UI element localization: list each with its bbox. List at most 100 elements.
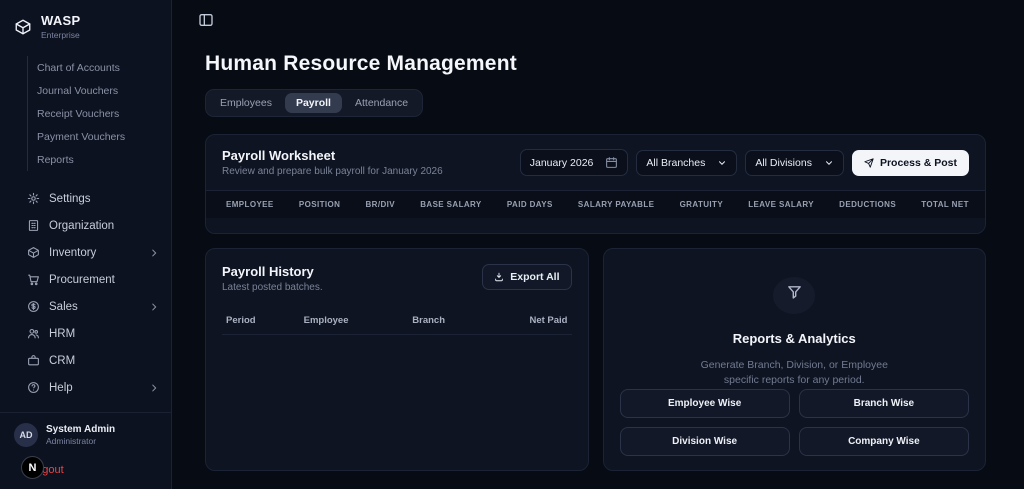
history-empty-body	[222, 335, 572, 455]
division-wise-button[interactable]: Division Wise	[620, 427, 790, 456]
page-title: Human Resource Management	[205, 52, 986, 76]
sidebar-item-label: Inventory	[49, 247, 96, 259]
brand-name: WASP	[41, 13, 80, 28]
payroll-history-card: Payroll History Latest posted batches. E…	[205, 248, 589, 471]
branch-wise-button[interactable]: Branch Wise	[799, 389, 969, 418]
column-header: SALARY PAYABLE	[578, 200, 654, 209]
worksheet-title: Payroll Worksheet	[222, 148, 443, 163]
worksheet-subtitle: Review and prepare bulk payroll for Janu…	[222, 166, 443, 177]
sidebar-item-help[interactable]: Help	[0, 374, 171, 401]
reports-title: Reports & Analytics	[733, 331, 856, 346]
process-post-button[interactable]: Process & Post	[852, 150, 969, 176]
column-header: LEAVE SALARY	[748, 200, 814, 209]
sidebar-item-label: HRM	[49, 328, 75, 340]
funnel-icon	[786, 284, 803, 306]
chevron-right-icon	[149, 383, 159, 393]
month-picker-value: January 2026	[530, 157, 594, 169]
branch-select[interactable]: All Branches	[636, 150, 737, 176]
column-header: POSITION	[299, 200, 340, 209]
history-table-header: Period Employee Branch Net Paid	[222, 315, 572, 335]
brand: WASP Enterprise	[0, 13, 171, 40]
column-header: PAID DAYS	[507, 200, 553, 209]
column-header: GRATUITY	[680, 200, 724, 209]
box-icon	[27, 246, 40, 259]
column-header: BASE SALARY	[420, 200, 481, 209]
sidebar-item-crm[interactable]: CRM	[0, 347, 171, 374]
column-header: Branch	[412, 315, 505, 326]
process-post-label: Process & Post	[880, 157, 957, 169]
worksheet-table-header: EMPLOYEE POSITION BR/DIV BASE SALARY PAI…	[206, 190, 985, 218]
help-icon	[27, 381, 40, 394]
tab-attendance[interactable]: Attendance	[344, 93, 419, 113]
logout-row: N Logout	[0, 453, 171, 479]
sidebar-item-label: Sales	[49, 301, 78, 313]
worksheet-controls: January 2026 All Branches All Divisions …	[520, 149, 969, 176]
funnel-icon-circle	[773, 277, 815, 314]
sidebar-item-label: CRM	[49, 355, 75, 367]
user-name: System Admin	[46, 424, 115, 435]
user-profile[interactable]: AD System Admin Administrator	[0, 412, 171, 453]
send-icon	[864, 158, 874, 168]
sidebar-item-inventory[interactable]: Inventory	[0, 239, 171, 266]
export-all-button[interactable]: Export All	[482, 264, 571, 290]
sidebar-item-chart-of-accounts[interactable]: Chart of Accounts	[37, 56, 171, 79]
month-picker[interactable]: January 2026	[520, 149, 629, 176]
tab-employees[interactable]: Employees	[209, 93, 283, 113]
column-header: TOTAL NET	[921, 200, 969, 209]
finance-submenu: Chart of Accounts Journal Vouchers Recei…	[27, 56, 171, 171]
app-window: WASP Enterprise Chart of Accounts Journa…	[0, 0, 1024, 489]
column-header: EMPLOYEE	[226, 200, 274, 209]
sidebar-item-label: Organization	[49, 220, 114, 232]
briefcase-icon	[27, 354, 40, 367]
chevron-down-icon	[717, 158, 727, 168]
chevron-right-icon	[149, 302, 159, 312]
sidebar-item-reports[interactable]: Reports	[37, 148, 171, 171]
export-all-label: Export All	[510, 271, 559, 283]
nextjs-dev-badge[interactable]: N	[21, 456, 44, 479]
main-menu: Settings Organization Inventory Procurem…	[0, 185, 171, 401]
sidebar-item-organization[interactable]: Organization	[0, 212, 171, 239]
sidebar-item-payment-vouchers[interactable]: Payment Vouchers	[37, 125, 171, 148]
hrm-tabs: Employees Payroll Attendance	[205, 89, 423, 117]
sidebar-item-hrm[interactable]: HRM	[0, 320, 171, 347]
building-icon	[27, 219, 40, 232]
user-role: Administrator	[46, 436, 115, 446]
sidebar: WASP Enterprise Chart of Accounts Journa…	[0, 0, 172, 489]
cart-icon	[27, 273, 40, 286]
report-buttons: Employee Wise Branch Wise Division Wise …	[620, 389, 970, 456]
avatar: AD	[14, 423, 38, 447]
history-title: Payroll History	[222, 264, 323, 279]
sidebar-item-journal-vouchers[interactable]: Journal Vouchers	[37, 79, 171, 102]
payroll-worksheet-card: Payroll Worksheet Review and prepare bul…	[205, 134, 986, 234]
brand-subtitle: Enterprise	[41, 30, 80, 40]
calendar-icon	[605, 156, 618, 169]
tab-payroll[interactable]: Payroll	[285, 93, 342, 113]
company-wise-button[interactable]: Company Wise	[799, 427, 969, 456]
column-header: Net Paid	[505, 315, 567, 326]
gear-icon	[27, 192, 40, 205]
sidebar-item-procurement[interactable]: Procurement	[0, 266, 171, 293]
sidebar-item-label: Help	[49, 382, 73, 394]
branch-select-value: All Branches	[646, 157, 705, 169]
sidebar-item-label: Settings	[49, 193, 91, 205]
download-icon	[494, 272, 504, 282]
division-select[interactable]: All Divisions	[745, 150, 844, 176]
reports-description: Generate Branch, Division, or Employee s…	[687, 358, 902, 390]
column-header: BR/DIV	[366, 200, 396, 209]
panel-toggle-icon	[198, 12, 214, 31]
chevron-right-icon	[149, 248, 159, 258]
main-content: Human Resource Management Employees Payr…	[172, 0, 1024, 489]
sidebar-item-settings[interactable]: Settings	[0, 185, 171, 212]
column-header: DEDUCTIONS	[839, 200, 896, 209]
chevron-down-icon	[824, 158, 834, 168]
sidebar-item-label: Procurement	[49, 274, 115, 286]
reports-analytics-card: Reports & Analytics Generate Branch, Div…	[603, 248, 987, 471]
employee-wise-button[interactable]: Employee Wise	[620, 389, 790, 418]
sidebar-item-receipt-vouchers[interactable]: Receipt Vouchers	[37, 102, 171, 125]
sidebar-item-sales[interactable]: Sales	[0, 293, 171, 320]
worksheet-empty-body	[206, 218, 985, 233]
history-subtitle: Latest posted batches.	[222, 282, 323, 293]
sidebar-toggle-button[interactable]	[195, 10, 217, 32]
users-icon	[27, 327, 40, 340]
column-header: Period	[226, 315, 304, 326]
